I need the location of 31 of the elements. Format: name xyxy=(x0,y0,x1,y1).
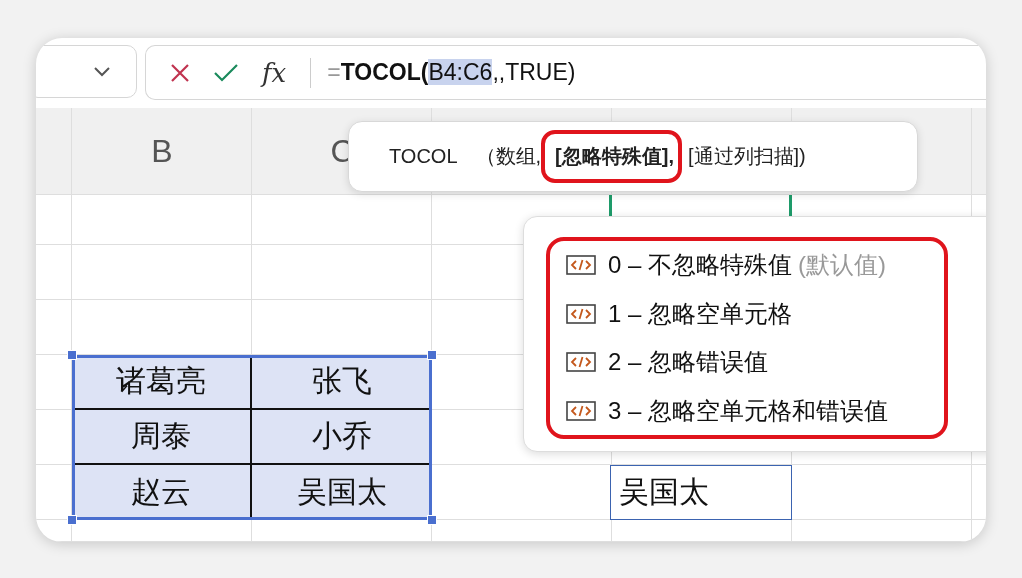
formula-field[interactable]: fx =TOCOL(B4:C6,,TRUE) xyxy=(145,45,986,100)
table-cell: 赵云 xyxy=(72,465,252,520)
code-icon xyxy=(566,303,596,324)
table-cell: 吴国太 xyxy=(610,465,792,520)
table-cell: 张飞 xyxy=(252,355,432,410)
menu-item[interactable]: 1 – 忽略空单元格 xyxy=(608,297,793,330)
column-header[interactable]: B xyxy=(151,133,173,170)
checkmark-icon[interactable] xyxy=(214,62,238,83)
argument-label: [通过列扫描]) xyxy=(688,144,806,169)
argument-label: （数组, xyxy=(475,144,542,169)
argument-label: [忽略特殊值], xyxy=(555,145,674,167)
code-icon xyxy=(566,255,596,276)
function-button[interactable]: fx xyxy=(262,57,287,88)
default-note: (默认值) xyxy=(798,250,886,281)
table-cell: 诸葛亮 xyxy=(72,355,252,410)
code-icon xyxy=(566,400,596,421)
chevron-down-icon[interactable] xyxy=(94,66,110,77)
resize-handle[interactable] xyxy=(67,350,77,360)
cancel-icon[interactable] xyxy=(170,62,190,83)
table-cell: 小乔 xyxy=(252,410,432,465)
formula-text: =TOCOL(B4:C6,,TRUE) xyxy=(327,59,576,86)
table-cell: 吴国太 xyxy=(252,465,432,520)
code-icon xyxy=(566,352,596,373)
menu-item[interactable]: 2 – 忽略错误值 xyxy=(608,346,769,379)
menu-item[interactable]: 0 – 不忽略特殊值 xyxy=(608,249,793,282)
table-cell: 周泰 xyxy=(72,410,252,465)
resize-handle[interactable] xyxy=(427,515,437,525)
menu-item[interactable]: 3 – 忽略空单元格和错误值 xyxy=(608,394,889,427)
resize-handle[interactable] xyxy=(67,515,77,525)
resize-handle[interactable] xyxy=(427,350,437,360)
function-name: TOCOL xyxy=(389,145,458,168)
